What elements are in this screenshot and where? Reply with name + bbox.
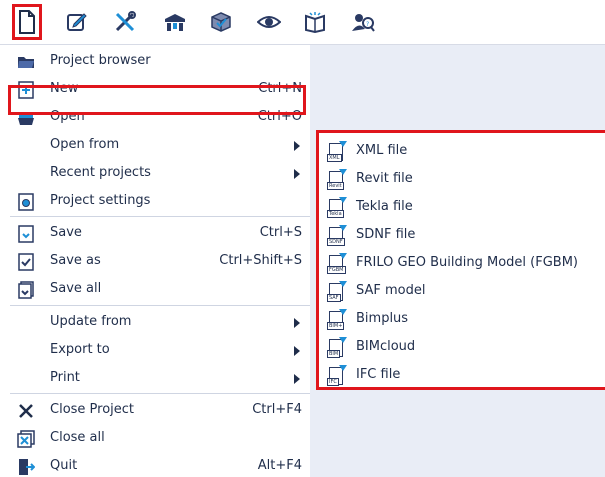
structure-icon [163, 11, 187, 33]
settings-icon [17, 193, 35, 211]
quit-icon [17, 458, 36, 476]
ifc-file-icon: IFC [327, 365, 347, 387]
submenu-item-tekla-file[interactable]: Tekla Tekla file [319, 193, 605, 221]
submenu-item-label: XML file [356, 143, 408, 158]
shortcut-label: Ctrl+S [259, 225, 302, 240]
tekla-file-icon: Tekla [327, 197, 347, 219]
structure-button[interactable] [160, 6, 190, 38]
submenu-arrow-icon [294, 346, 300, 356]
bimplus-file-icon: BIM+ [327, 309, 347, 331]
folder-icon [17, 53, 35, 71]
menu-item-quit[interactable]: Quit Alt+F4 [10, 452, 310, 477]
submenu-arrow-icon [294, 169, 300, 179]
close-all-icon [17, 430, 35, 448]
cube-button[interactable] [206, 6, 236, 38]
menu-item-project-settings[interactable]: Project settings [10, 187, 310, 215]
save-all-icon [17, 281, 35, 299]
close-icon [17, 402, 35, 420]
menu-item-label: Save [50, 225, 82, 240]
menu-item-save-all[interactable]: Save all [10, 275, 310, 303]
menu-separator [10, 216, 310, 217]
edit-button[interactable] [62, 6, 92, 38]
submenu-arrow-icon [294, 318, 300, 328]
svg-text:?: ? [366, 21, 369, 28]
menu-item-label: Update from [50, 314, 132, 329]
menu-item-label: Export to [50, 342, 110, 357]
menu-item-close-all[interactable]: Close all [10, 424, 310, 452]
submenu-item-label: Revit file [356, 171, 413, 186]
submenu-item-ifc-file[interactable]: IFC IFC file [319, 361, 605, 389]
menu-item-save[interactable]: Save Ctrl+S [10, 219, 310, 247]
submenu-arrow-icon [294, 374, 300, 384]
submenu-item-bimplus[interactable]: BIM+ Bimplus [319, 305, 605, 333]
save-as-icon [17, 253, 35, 271]
submenu-item-label: Tekla file [356, 199, 413, 214]
shortcut-label: Alt+F4 [257, 458, 302, 473]
submenu-item-label: Bimplus [356, 311, 409, 326]
menu-separator [10, 305, 310, 306]
search-button[interactable]: ? [348, 6, 378, 38]
open-from-submenu: XML XML file Revit Revit file Tekla Tekl… [316, 130, 605, 390]
menu-item-project-browser[interactable]: Project browser [10, 47, 310, 75]
cube-icon [209, 11, 233, 33]
menu-item-label: Save all [50, 281, 102, 296]
open-from-highlight [8, 85, 306, 115]
menu-item-label: Print [50, 370, 80, 385]
submenu-item-label: BIMcloud [356, 339, 416, 354]
menu-item-label: Open from [50, 137, 120, 152]
submenu-item-saf-model[interactable]: SAF SAF model [319, 277, 605, 305]
fgbm-file-icon: FGBM [327, 253, 347, 275]
menu-item-save-as[interactable]: Save as Ctrl+Shift+S [10, 247, 310, 275]
submenu-arrow-icon [294, 141, 300, 151]
menu-item-label: Save as [50, 253, 101, 268]
menu-item-open-from[interactable]: Open from [10, 131, 310, 159]
menu-item-label: Close Project [50, 402, 135, 417]
xml-file-icon: XML [327, 141, 347, 163]
menu-separator [10, 393, 310, 394]
submenu-item-label: SAF model [356, 283, 426, 298]
submenu-item-label: SDNF file [356, 227, 416, 242]
submenu-item-label: FRILO GEO Building Model (FGBM) [356, 255, 579, 270]
menu-item-label: Project browser [50, 53, 151, 68]
menu-item-print[interactable]: Print [10, 364, 310, 392]
menu-item-label: Recent projects [50, 165, 151, 180]
shortcut-label: Ctrl+F4 [252, 402, 302, 417]
view-button[interactable] [254, 6, 284, 38]
menu-item-label: Project settings [50, 193, 151, 208]
menu-item-close-project[interactable]: Close Project Ctrl+F4 [10, 396, 310, 424]
menu-item-label: Close all [50, 430, 105, 445]
tools-icon [113, 10, 137, 34]
menu-item-recent-projects[interactable]: Recent projects [10, 159, 310, 187]
file-button-highlight [12, 4, 42, 40]
submenu-item-frilo-fgbm[interactable]: FGBM FRILO GEO Building Model (FGBM) [319, 249, 605, 277]
submenu-item-bimcloud[interactable]: BIM BIMcloud [319, 333, 605, 361]
book-icon [304, 11, 326, 33]
book-button[interactable] [300, 6, 330, 38]
menu-item-export-to[interactable]: Export to [10, 336, 310, 364]
save-icon [17, 225, 35, 243]
sdnf-file-icon: SDNF [327, 225, 347, 247]
saf-file-icon: SAF [327, 281, 347, 303]
submenu-item-xml-file[interactable]: XML XML file [319, 137, 605, 165]
shortcut-label: Ctrl+Shift+S [219, 253, 302, 268]
eye-icon [257, 14, 281, 30]
revit-file-icon: Revit [327, 169, 347, 191]
edit-icon [66, 11, 88, 33]
submenu-item-label: IFC file [356, 367, 401, 382]
menu-item-label: Quit [50, 458, 78, 473]
toolbar: ? [0, 0, 605, 45]
menu-item-update-from[interactable]: Update from [10, 308, 310, 336]
submenu-item-sdnf-file[interactable]: SDNF SDNF file [319, 221, 605, 249]
bimcloud-file-icon: BIM [327, 337, 347, 359]
search-person-icon: ? [351, 11, 375, 33]
submenu-item-revit-file[interactable]: Revit Revit file [319, 165, 605, 193]
tools-button[interactable] [110, 6, 140, 38]
